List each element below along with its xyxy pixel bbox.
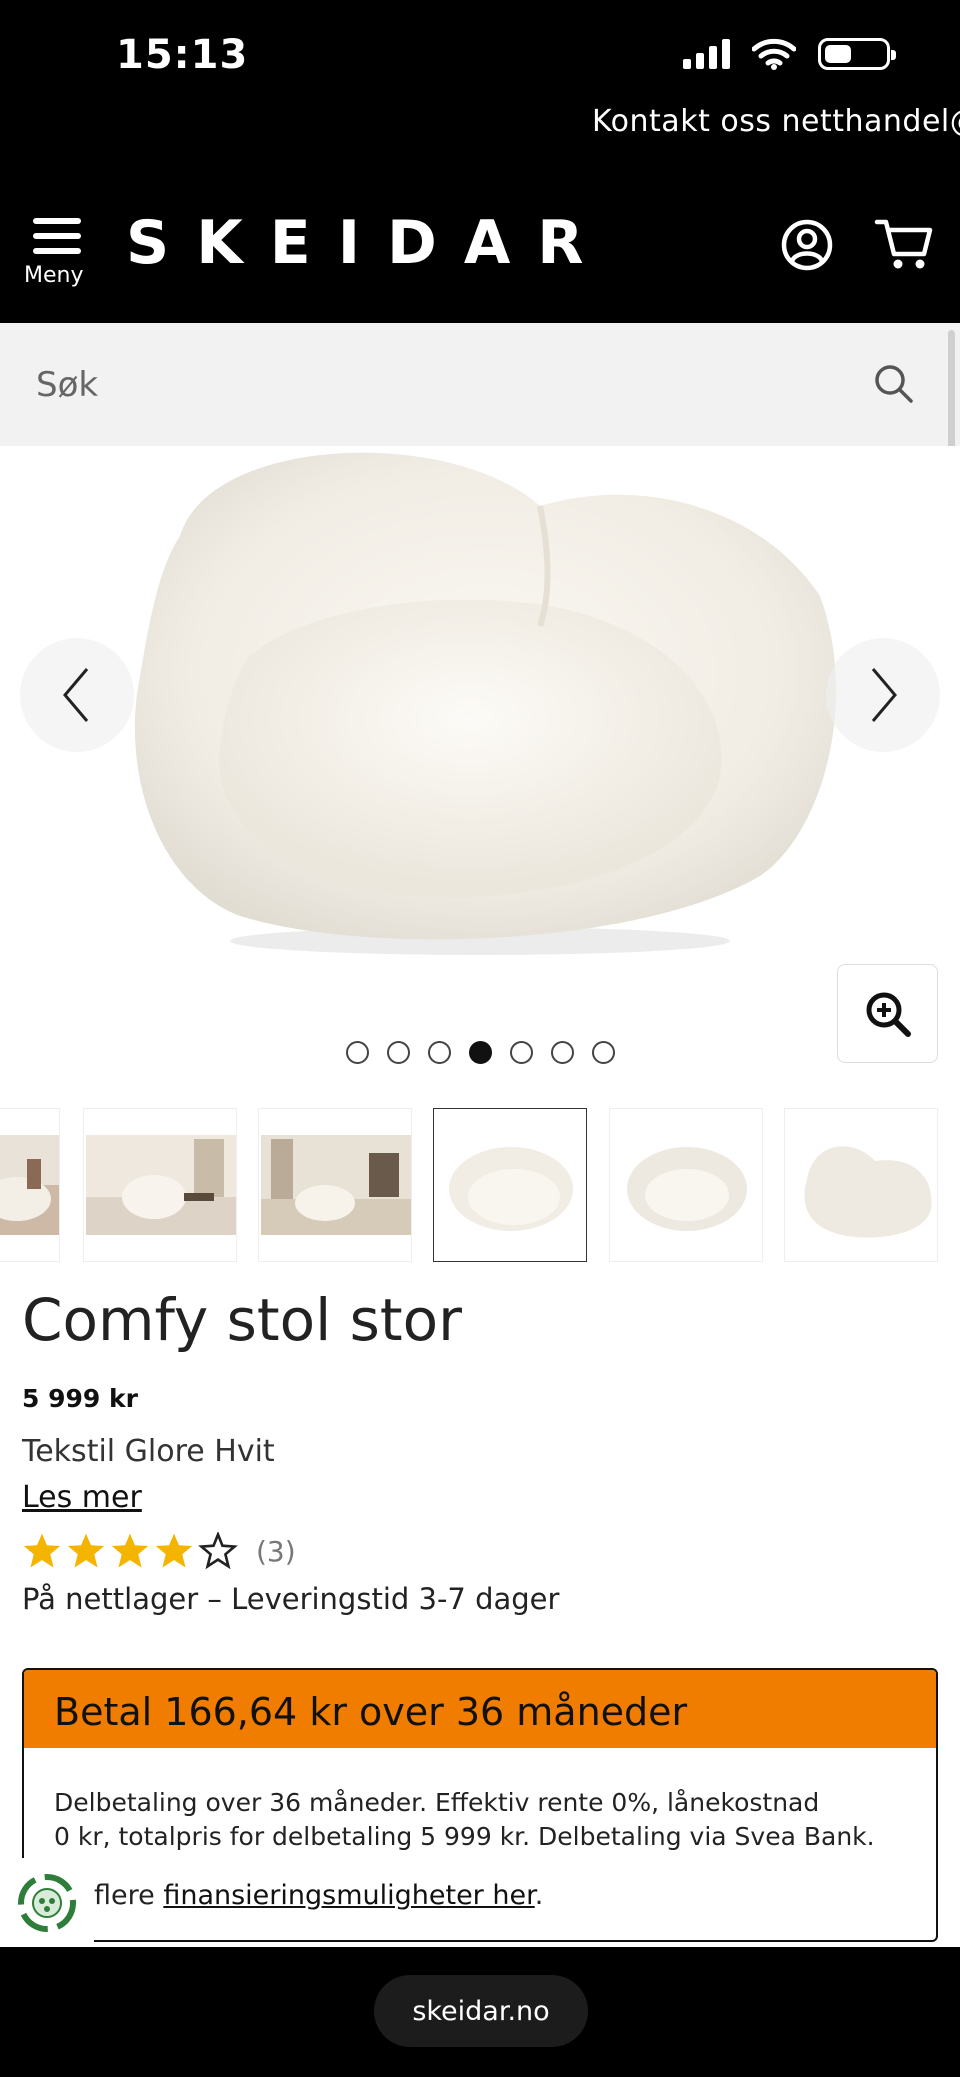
gallery-dot[interactable] (428, 1041, 451, 1064)
finance-options-link[interactable]: finansieringsmuligheter her (163, 1880, 534, 1911)
skeidar-logo[interactable]: SKEIDAR (126, 208, 610, 278)
star-filled-icon (155, 1533, 193, 1568)
finance-more: flere finansieringsmuligheter her. (94, 1880, 543, 1911)
menu-button[interactable]: Meny (24, 218, 88, 288)
user-circle-icon[interactable] (780, 218, 834, 272)
chevron-left-icon (63, 668, 89, 722)
zoom-in-icon (866, 992, 911, 1037)
recycle-badge[interactable] (0, 1858, 94, 1948)
thumbnail[interactable] (258, 1108, 412, 1262)
menu-label: Meny (24, 263, 84, 288)
star-empty-icon (198, 1532, 238, 1570)
finance-more-prefix: flere (94, 1880, 164, 1911)
search-bar (0, 323, 960, 446)
product-rating[interactable]: (3) (22, 1532, 296, 1570)
product-variant: Tekstil Glore Hvit (22, 1434, 275, 1469)
status-bar: 15:13 (0, 0, 960, 108)
gallery-dot[interactable] (510, 1041, 533, 1064)
wifi-icon (752, 38, 796, 70)
gallery-dot[interactable] (346, 1041, 369, 1064)
thumbnail[interactable] (609, 1108, 763, 1262)
finance-line-2: 0 kr, totalpris for delbetaling 5 999 kr… (54, 1822, 875, 1851)
status-icons (683, 38, 896, 70)
finance-text: Delbetaling over 36 måneder. Effektiv re… (24, 1748, 936, 1854)
search-icon[interactable] (872, 362, 916, 406)
finance-heading: Betal 166,64 kr over 36 måneder (24, 1670, 936, 1748)
battery-icon (818, 38, 896, 70)
status-time: 15:13 (116, 32, 249, 78)
thumbnail[interactable] (83, 1108, 237, 1262)
contact-text[interactable]: Kontakt oss netthandel@s (592, 104, 960, 139)
search-input[interactable] (36, 355, 836, 415)
chevron-right-icon (871, 668, 897, 722)
gallery-dot[interactable] (551, 1041, 574, 1064)
url-bar[interactable]: skeidar.no (374, 1975, 588, 2047)
finance-more-suffix: . (534, 1880, 544, 1911)
thumbnail-active[interactable] (433, 1108, 587, 1262)
site-header: Meny SKEIDAR (0, 160, 960, 323)
gallery-next-button[interactable] (826, 638, 940, 752)
zoom-button[interactable] (837, 964, 938, 1063)
cellular-signal-icon (683, 39, 730, 69)
rating-count: (3) (256, 1534, 296, 1568)
product-price: 5 999 kr (22, 1384, 138, 1413)
thumbnail[interactable] (784, 1108, 938, 1262)
star-filled-icon (111, 1533, 149, 1568)
gallery-prev-button[interactable] (20, 638, 134, 752)
product-image (134, 452, 837, 955)
hamburger-icon (24, 218, 88, 254)
read-more-link[interactable]: Les mer (22, 1480, 142, 1515)
gallery-dot[interactable] (592, 1041, 615, 1064)
product-title: Comfy stol stor (22, 1286, 462, 1354)
finance-line-1: Delbetaling over 36 måneder. Effektiv re… (54, 1788, 820, 1817)
thumbnail-strip (0, 1108, 960, 1262)
product-gallery (0, 446, 960, 1066)
star-filled-icon (23, 1533, 61, 1568)
stock-status: På nettlager – Leveringstid 3-7 dager (22, 1582, 560, 1616)
star-filled-icon (67, 1533, 105, 1568)
gallery-dot-active[interactable] (469, 1041, 492, 1064)
gallery-dot[interactable] (387, 1041, 410, 1064)
cart-icon[interactable] (874, 216, 934, 272)
browser-bottom-bar: skeidar.no (0, 1947, 960, 2077)
recycle-icon (18, 1874, 76, 1932)
thumbnail[interactable] (0, 1108, 60, 1262)
gallery-dots (346, 1041, 615, 1064)
contact-bar: Kontakt oss netthandel@s (0, 100, 960, 160)
